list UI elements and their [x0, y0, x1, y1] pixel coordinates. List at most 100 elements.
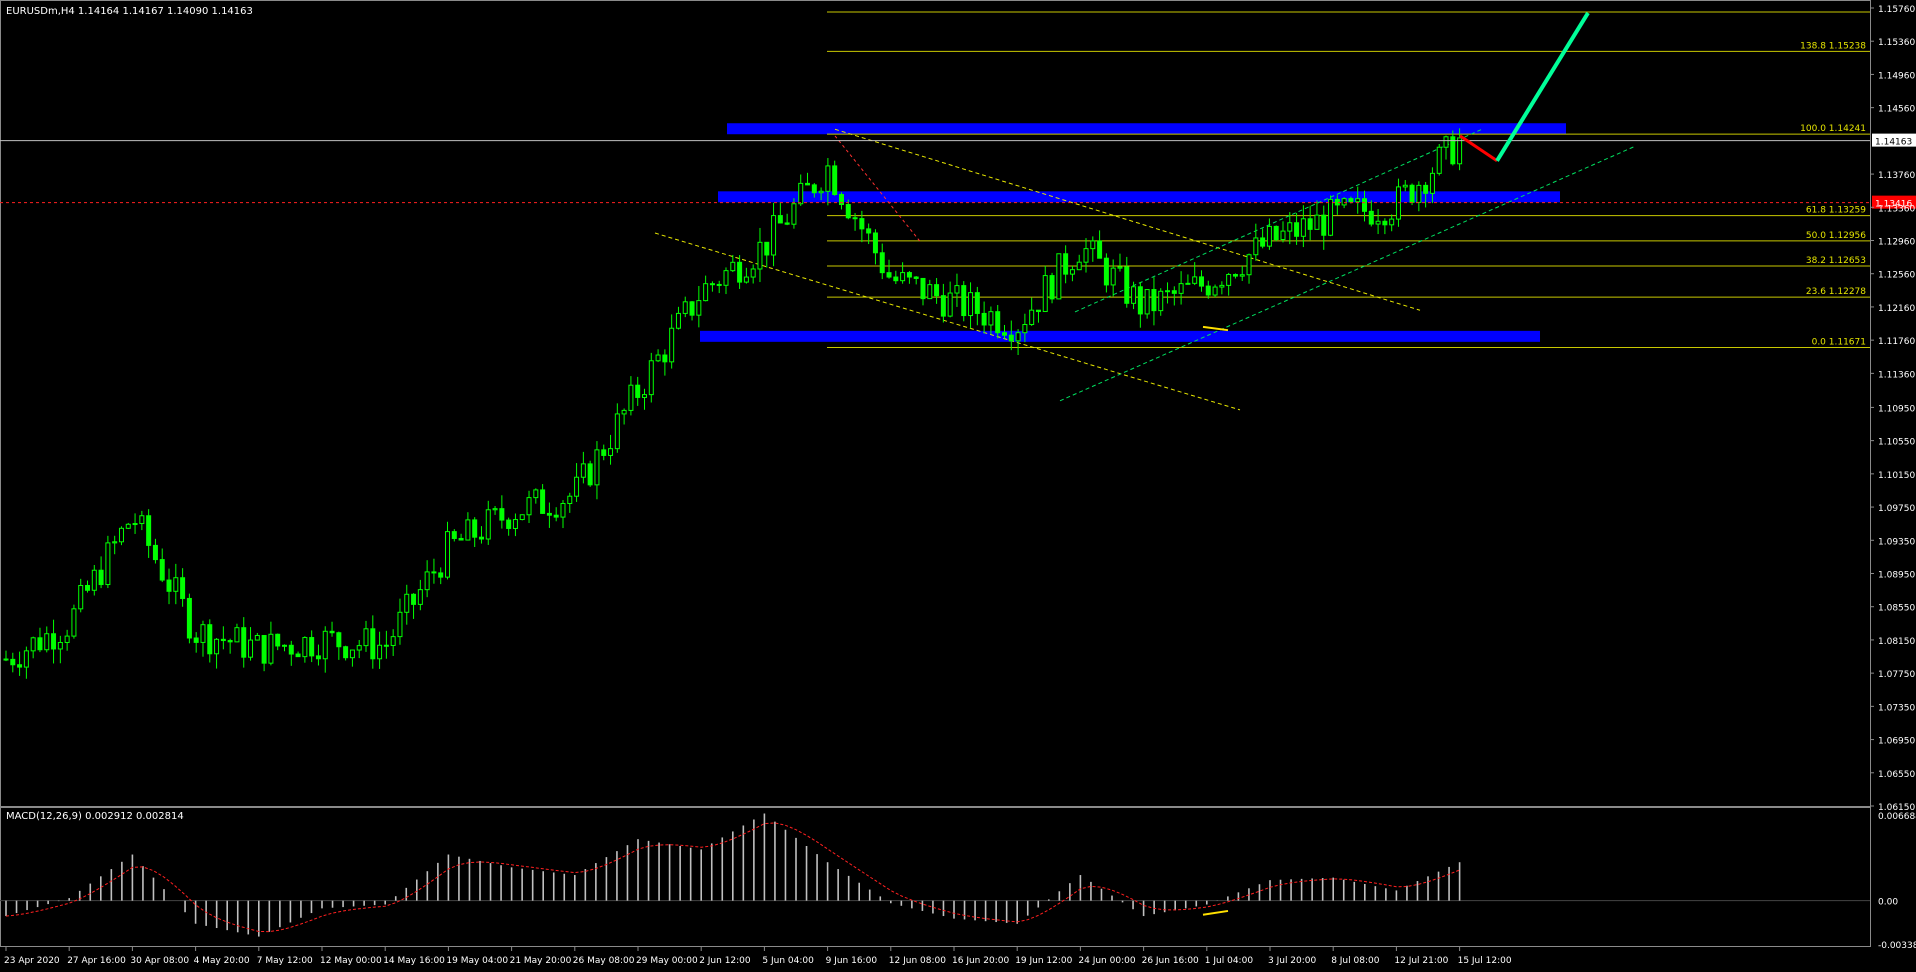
fibo-level-label: 61.8 1.13259 [1806, 206, 1866, 216]
bear-candle [343, 646, 349, 659]
bull-candle [1110, 267, 1116, 286]
bull-candle [1029, 309, 1035, 326]
bear-candle [411, 593, 417, 605]
fibo-level-label: 138.8 1.15238 [1800, 41, 1866, 51]
price-axis-label: 1.06550 [1878, 770, 1915, 780]
bear-candle [540, 489, 546, 514]
bull-candle [71, 608, 77, 637]
bear-candle [689, 301, 695, 316]
bear-candle [159, 559, 165, 581]
bear-candle [1232, 273, 1238, 277]
bull-candle [1178, 283, 1184, 294]
bear-candle [934, 284, 940, 297]
time-axis-label: 12 Jun 08:00 [889, 956, 946, 966]
bear-candle [662, 354, 668, 363]
bull-candle [390, 636, 396, 646]
bear-candle [3, 658, 9, 661]
bear-candle [1260, 237, 1266, 247]
bull-candle [139, 515, 145, 525]
bull-candle [1090, 240, 1096, 250]
bear-candle [85, 584, 91, 591]
fibo-level-label: 100.0 1.14241 [1800, 124, 1866, 134]
bull-candle [730, 261, 736, 272]
bull-candle [1083, 248, 1089, 263]
bear-candle [1321, 214, 1327, 236]
bull-candle [954, 285, 960, 294]
time-axis-label: 21 May 20:00 [510, 956, 572, 966]
price-axis-label: 1.14960 [1878, 71, 1915, 81]
macd-info: MACD(12,26,9) 0.002912 0.002814 [6, 811, 184, 822]
time-axis-label: 12 May 00:00 [320, 956, 382, 966]
price-axis-label: 1.06950 [1878, 737, 1915, 747]
bear-candle [974, 292, 980, 314]
bull-candle [281, 644, 287, 647]
bear-candle [879, 252, 885, 274]
bear-candle [601, 449, 607, 456]
bear-candle [431, 571, 437, 574]
current-price-label: 1.14163 [1875, 138, 1912, 148]
time-axis-label: 12 Jul 21:00 [1394, 956, 1448, 966]
bear-candle [241, 627, 247, 658]
bear-candle [886, 272, 892, 278]
bear-candle [370, 628, 376, 660]
symbol-info: EURUSDm,H4 1.14164 1.14167 1.14090 1.141… [6, 6, 253, 17]
bear-candle [893, 276, 899, 282]
time-axis-label: 15 Jul 12:00 [1458, 956, 1512, 966]
bull-candle [533, 489, 539, 499]
bull-candle [927, 284, 933, 300]
bull-candle [248, 639, 254, 658]
bull-candle [703, 283, 709, 302]
time-axis-label: 26 Jun 16:00 [1142, 956, 1199, 966]
price-axis-label: 1.12560 [1878, 271, 1915, 281]
bear-candle [1368, 210, 1374, 225]
main-chart-area [0, 0, 1916, 972]
bull-candle [968, 292, 974, 317]
bear-candle [1103, 257, 1109, 286]
bear-candle [166, 579, 172, 592]
bear-candle [451, 531, 457, 539]
bull-candle [1246, 254, 1252, 276]
bull-candle [900, 272, 906, 282]
bear-candle [288, 644, 294, 655]
bear-candle [832, 165, 838, 196]
bear-candle [458, 537, 464, 541]
bull-candle [397, 611, 403, 638]
bull-candle [1056, 253, 1062, 300]
bull-candle [1226, 273, 1232, 286]
bull-candle [78, 584, 84, 610]
bear-candle [295, 653, 301, 658]
bull-candle [1144, 289, 1150, 315]
trading-chart[interactable]: 138.8 1.15238 100.0 1.14241 61.8 1.13259 50… [0, 0, 1916, 972]
price-axis-label: 1.10550 [1878, 438, 1915, 448]
bear-candle [383, 644, 389, 647]
bear-candle [1124, 266, 1130, 304]
bull-candle [1457, 137, 1463, 165]
time-axis-label: 2 Jun 12:00 [699, 956, 751, 966]
bull-candle [669, 327, 675, 363]
bull-candle [64, 635, 70, 643]
bear-candle [98, 569, 104, 586]
bull-candle [1328, 198, 1334, 236]
price-axis-label: 1.13360 [1878, 204, 1915, 214]
bull-candle [641, 394, 647, 398]
bear-candle [220, 638, 226, 642]
fibo-level-label: 50.0 1.12956 [1806, 231, 1866, 241]
bull-candle [356, 645, 362, 651]
price-axis-label: 1.12960 [1878, 238, 1915, 248]
bear-candle [1307, 218, 1313, 230]
macd-axis-label: 0.00 [1878, 898, 1898, 908]
bull-candle [417, 589, 423, 605]
bear-candle [805, 182, 811, 186]
price-axis-label: 1.13760 [1878, 171, 1915, 181]
bear-candle [186, 597, 192, 639]
bull-candle [1069, 269, 1075, 275]
bull-candle [254, 634, 260, 641]
bull-candle [363, 628, 369, 647]
bull-candle [1355, 198, 1361, 203]
bear-candle [261, 634, 267, 664]
bull-candle [791, 203, 797, 225]
bear-candle [193, 637, 199, 643]
bull-candle [445, 531, 451, 578]
bear-candle [859, 218, 865, 230]
bear-candle [37, 637, 43, 651]
